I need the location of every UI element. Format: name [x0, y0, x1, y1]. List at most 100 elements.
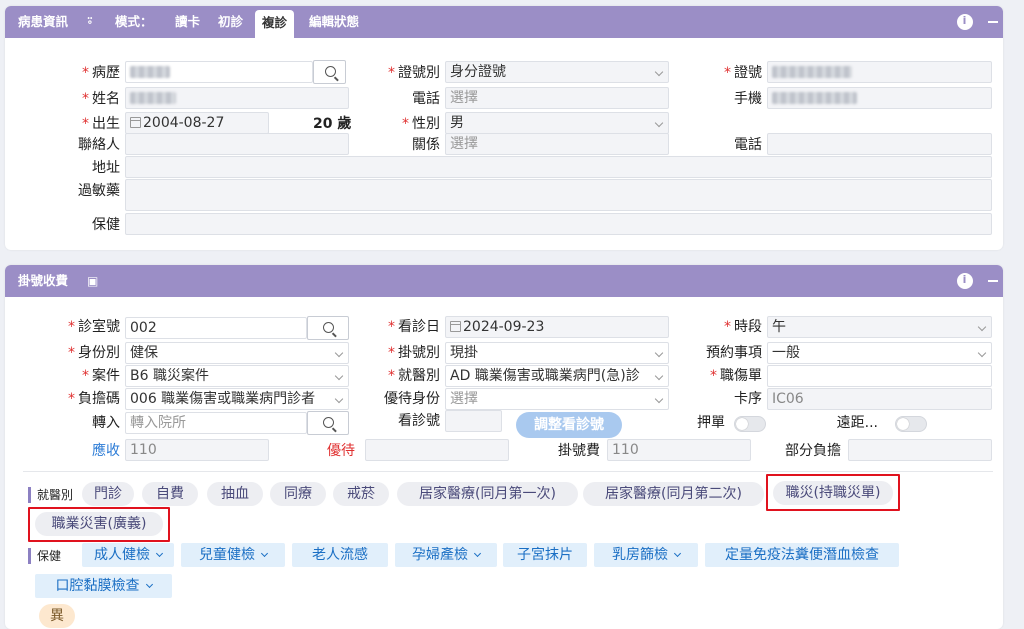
patient-info-card: 病患資訊 ⍤ 模式： 讀卡 初診 複診 編輯狀態 *病歷 *證號別 身分證號 *… [5, 6, 1003, 250]
search-icon [323, 322, 334, 333]
chip-fecal-occult-blood[interactable]: 定量免疫法糞便潛血檢查 [705, 543, 899, 567]
name-input[interactable] [125, 87, 349, 109]
chevron-down-icon [654, 394, 664, 404]
record-label: * 病歷 [82, 65, 120, 81]
chip-smoking-cessation[interactable]: 戒菸 [333, 482, 389, 506]
registration-header: 掛號收費 ▣ [5, 265, 1003, 297]
insurance-input[interactable] [125, 213, 992, 235]
transfer-search-button[interactable] [307, 411, 349, 435]
card-seq-input[interactable]: IC06 [767, 388, 992, 410]
id-no-label: * 證號 [724, 65, 762, 81]
special-identity-select[interactable]: 選擇 [445, 388, 669, 410]
chip-blood-draw[interactable]: 抽血 [207, 482, 263, 506]
chevron-down-icon [654, 348, 664, 358]
search-icon [323, 417, 334, 428]
identity-select[interactable]: 健保 [125, 342, 349, 364]
info-icon[interactable] [957, 14, 973, 30]
chip-self-pay[interactable]: 自費 [142, 482, 198, 506]
mobile-input[interactable] [767, 87, 992, 109]
chevron-down-icon [977, 348, 987, 358]
minimize-icon[interactable] [988, 21, 998, 23]
discount-input[interactable] [365, 439, 509, 461]
registration-card: 掛號收費 ▣ *診室號 002 *看診日 2024-09-23 *時段 午 *身… [5, 265, 1003, 629]
contact-phone-input[interactable] [767, 133, 992, 155]
allergy-input[interactable] [125, 179, 992, 211]
remote-toggle[interactable] [895, 416, 927, 432]
case-select[interactable]: B6 職災案件 [125, 365, 349, 387]
birth-date-input[interactable]: 2004-08-27 [125, 112, 269, 134]
relation-select[interactable]: 選擇 [445, 133, 669, 155]
folder-icon[interactable]: ▣ [87, 265, 98, 297]
info-icon[interactable] [957, 273, 973, 289]
relation-label: 關係 [412, 137, 440, 153]
visit-no-label: 看診號 [398, 413, 440, 429]
reg-fee-input[interactable]: 110 [607, 439, 751, 461]
chip-home-care-first[interactable]: 居家醫療(同月第一次) [397, 482, 578, 506]
injury-no-input[interactable] [767, 365, 992, 387]
tab-edit-status[interactable]: 編輯狀態 [309, 6, 359, 38]
chip-adult-checkup[interactable]: 成人健檢 [82, 543, 174, 567]
chevron-down-icon [260, 549, 269, 558]
chevron-down-icon [145, 580, 153, 589]
visit-type-select[interactable]: AD 職業傷害或職業病門(急)診 [445, 365, 669, 387]
special-identity-label: 優待身份 [384, 391, 440, 407]
chip-outpatient[interactable]: 門診 [82, 482, 134, 506]
chip-occupational-injury[interactable]: 職災(持職災單) [773, 481, 893, 505]
chip-oral-mucosa[interactable]: 口腔黏膜檢查 [35, 574, 172, 598]
receivable-label: 應收 [92, 443, 120, 459]
deposit-toggle[interactable] [734, 416, 766, 432]
tab-first-visit[interactable]: 初診 [218, 6, 243, 38]
address-label: 地址 [92, 160, 120, 176]
copay-code-select[interactable]: 006 職業傷害或職業病門診者 [125, 388, 349, 410]
chevron-down-icon [334, 371, 344, 381]
chip-child-checkup[interactable]: 兒童健檢 [181, 543, 285, 567]
chip-occupational-disaster[interactable]: 職業災害(廣義) [35, 512, 163, 536]
tab-return-visit[interactable]: 複診 [255, 10, 295, 38]
record-input[interactable] [125, 61, 313, 83]
visit-type-section-title: 就醫別 [28, 487, 73, 503]
reg-type-label: * 掛號別 [388, 345, 440, 361]
health-section-title: 保健 [28, 548, 61, 564]
visit-no-input[interactable] [445, 410, 502, 432]
address-input[interactable] [125, 156, 992, 178]
chip-pap-smear[interactable]: 子宮抹片 [503, 543, 587, 567]
reservation-select[interactable]: 一般 [767, 342, 992, 364]
minimize-icon[interactable] [988, 280, 998, 282]
record-search-button[interactable] [313, 60, 346, 84]
calendar-icon [450, 321, 461, 332]
tab-read-card[interactable]: 讀卡 [175, 6, 200, 38]
phone-select[interactable]: 選擇 [445, 87, 669, 109]
period-select[interactable]: 午 [767, 316, 992, 338]
birth-label: * 出生 [82, 116, 120, 132]
chevron-down-icon [673, 549, 682, 558]
transfer-input[interactable]: 轉入院所 [125, 412, 307, 434]
chevron-down-icon [654, 118, 664, 128]
abnormal-badge[interactable]: 異 [39, 604, 75, 628]
reg-type-select[interactable]: 現掛 [445, 342, 669, 364]
deposit-label: 押單 [697, 415, 725, 431]
clinic-search-button[interactable] [307, 316, 349, 340]
remote-label: 遠距... [836, 415, 878, 431]
chip-same-treatment[interactable]: 同療 [270, 482, 326, 506]
chip-elderly-flu[interactable]: 老人流感 [292, 543, 388, 567]
chevron-down-icon [654, 67, 664, 77]
gender-select[interactable]: 男 [445, 112, 669, 134]
id-no-input[interactable] [767, 61, 992, 83]
contact-input[interactable] [125, 133, 349, 155]
chip-breast-screening[interactable]: 乳房篩檢 [594, 543, 698, 567]
gender-label: * 性別 [402, 116, 440, 132]
patient-info-header: 病患資訊 ⍤ 模式： 讀卡 初診 複診 編輯狀態 [5, 6, 1003, 38]
chip-home-care-second[interactable]: 居家醫療(同月第二次) [583, 482, 764, 506]
visit-date-input[interactable]: 2024-09-23 [445, 316, 669, 338]
patient-info-title: 病患資訊 [18, 14, 69, 29]
adjust-visit-no-button[interactable]: 調整看診號 [516, 412, 622, 438]
user-icon: ⍤ [86, 14, 94, 29]
card-seq-label: 卡序 [734, 391, 762, 407]
contact-label: 聯絡人 [78, 137, 120, 153]
clinic-no-input[interactable]: 002 [125, 317, 307, 339]
receivable-input[interactable]: 110 [125, 439, 269, 461]
chevron-down-icon [977, 322, 987, 332]
partial-copay-input[interactable] [848, 439, 992, 461]
chip-prenatal-checkup[interactable]: 孕婦產檢 [395, 543, 497, 567]
id-type-select[interactable]: 身分證號 [445, 61, 669, 83]
